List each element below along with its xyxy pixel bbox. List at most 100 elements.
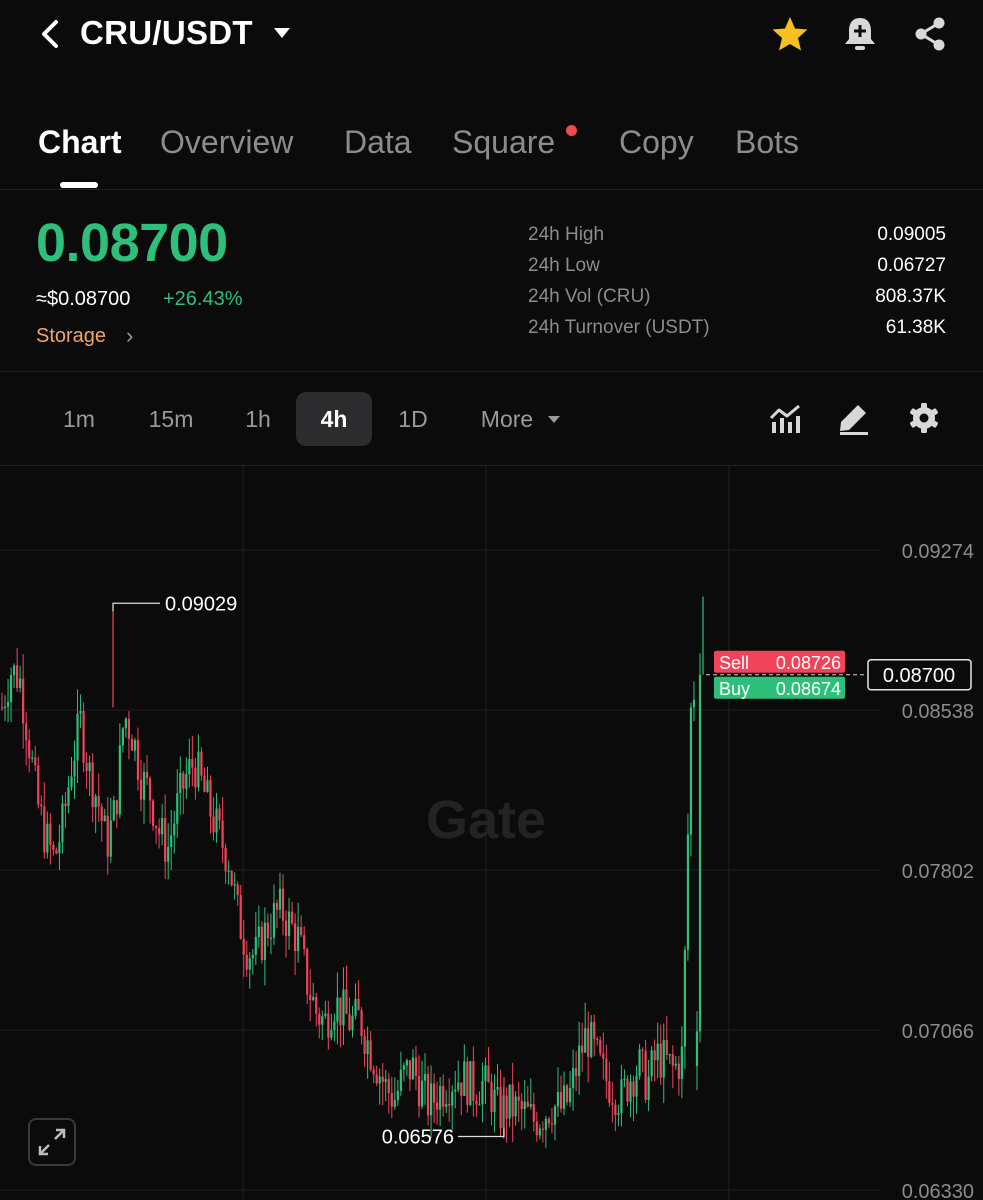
candle-body xyxy=(263,922,266,961)
candle-body xyxy=(348,1013,351,1030)
candle-body xyxy=(381,1076,384,1082)
candle-body xyxy=(0,707,4,709)
candle-body xyxy=(571,1068,575,1089)
draw-pencil-icon[interactable] xyxy=(836,400,872,436)
tab-bar: Chart Overview Data Square Copy Bots xyxy=(0,110,983,190)
candle-body xyxy=(538,1128,541,1136)
candle-body xyxy=(650,1050,653,1077)
candle-body xyxy=(445,1103,448,1107)
bell-plus-icon[interactable] xyxy=(840,14,880,54)
candle-body xyxy=(287,911,291,936)
tab-square[interactable]: Square xyxy=(452,124,555,161)
y-axis-tick-label: 0.07066 xyxy=(902,1021,974,1043)
candle-body xyxy=(115,800,118,815)
caret-down-icon[interactable] xyxy=(548,416,560,423)
candle-body xyxy=(34,757,37,766)
candle-body xyxy=(197,751,200,788)
candle-body xyxy=(139,779,143,800)
candle-body xyxy=(200,751,203,776)
candle-body xyxy=(369,1040,372,1070)
candle-body xyxy=(91,762,94,808)
candle-body xyxy=(251,954,254,959)
candle-body xyxy=(680,1046,683,1079)
candle-body xyxy=(575,1068,578,1077)
candle-body xyxy=(689,707,693,835)
buy-label: Buy xyxy=(719,679,750,699)
divider xyxy=(0,371,983,372)
candle-body xyxy=(85,762,88,772)
candle-body xyxy=(532,1104,535,1122)
settings-gear-icon[interactable] xyxy=(906,400,942,436)
candle-body xyxy=(227,870,230,873)
star-icon[interactable] xyxy=(770,14,810,54)
candle-body xyxy=(665,1040,668,1055)
pair-title[interactable]: CRU/USDT xyxy=(80,14,253,52)
timeframe-1d[interactable]: 1D xyxy=(382,392,444,446)
change-percent: +26.43% xyxy=(163,288,243,310)
candle-body xyxy=(387,1079,390,1094)
candle-body xyxy=(351,1015,354,1030)
candle-body xyxy=(608,1081,611,1103)
candle-body xyxy=(514,1096,517,1117)
candle-body xyxy=(215,808,218,833)
candle-body xyxy=(614,1104,617,1115)
watermark: Gate xyxy=(426,790,546,850)
timeframe-1m[interactable]: 1m xyxy=(46,392,112,446)
timeframe-15m[interactable]: 15m xyxy=(136,392,206,446)
candle-body xyxy=(321,1016,324,1025)
tab-copy[interactable]: Copy xyxy=(619,124,694,161)
candle-body xyxy=(436,1102,439,1110)
candle-body xyxy=(541,1128,544,1130)
tab-overview[interactable]: Overview xyxy=(160,124,293,161)
tab-data[interactable]: Data xyxy=(344,124,412,161)
candle-body xyxy=(423,1073,427,1081)
candle-body xyxy=(112,800,115,821)
candle-body xyxy=(67,787,70,807)
stat-high-label: 24h High xyxy=(528,224,605,245)
candle-body xyxy=(457,1082,460,1090)
category-tag[interactable]: Storage xyxy=(36,325,106,348)
candle-body xyxy=(647,1076,650,1101)
candle-body xyxy=(300,926,303,936)
candle-body xyxy=(405,1060,409,1066)
candle-body xyxy=(94,796,97,808)
candle-body xyxy=(587,1028,590,1057)
candle-body xyxy=(695,1031,699,1067)
candle-body xyxy=(191,758,194,768)
candle-body xyxy=(303,935,306,949)
candle-body xyxy=(76,713,79,761)
candle-body xyxy=(43,806,46,853)
candle-body xyxy=(269,937,273,939)
expand-chart-button[interactable] xyxy=(28,1118,76,1166)
candle-body xyxy=(309,994,312,1000)
indicators-icon[interactable] xyxy=(767,400,803,436)
candle-body xyxy=(230,870,233,886)
active-tab-indicator xyxy=(60,182,98,188)
sell-price: 0.08726 xyxy=(776,653,841,673)
timeframe-more[interactable]: More xyxy=(470,392,544,446)
candle-body xyxy=(73,760,76,777)
caret-down-icon[interactable] xyxy=(274,28,290,38)
stat-low-label: 24h Low xyxy=(528,255,600,276)
candle-body xyxy=(16,665,19,688)
timeframe-1h[interactable]: 1h xyxy=(228,392,288,446)
chevron-left-icon[interactable] xyxy=(34,14,66,54)
timeframe-4h[interactable]: 4h xyxy=(296,392,372,446)
tab-bots[interactable]: Bots xyxy=(735,124,799,161)
tab-chart[interactable]: Chart xyxy=(38,124,122,161)
candle-body xyxy=(339,997,342,1026)
candle-body xyxy=(272,902,276,938)
candle-body xyxy=(212,816,215,833)
candle-body xyxy=(188,758,191,775)
share-icon[interactable] xyxy=(910,14,950,54)
max-price-annotation: 0.09029 xyxy=(165,593,237,615)
candle-body xyxy=(653,1050,656,1061)
candlestick-chart[interactable]: Gate 0.09029 0.06576 0.08700 Sell 0.08726 Buy… xyxy=(0,466,983,1200)
candle-body xyxy=(484,1065,487,1081)
candle-body xyxy=(37,765,40,805)
candle-body xyxy=(565,1085,569,1103)
max-annotation-leader xyxy=(112,602,160,612)
chevron-right-icon[interactable]: › xyxy=(126,323,133,349)
candle-body xyxy=(390,1093,393,1107)
candle-body xyxy=(626,1078,629,1102)
